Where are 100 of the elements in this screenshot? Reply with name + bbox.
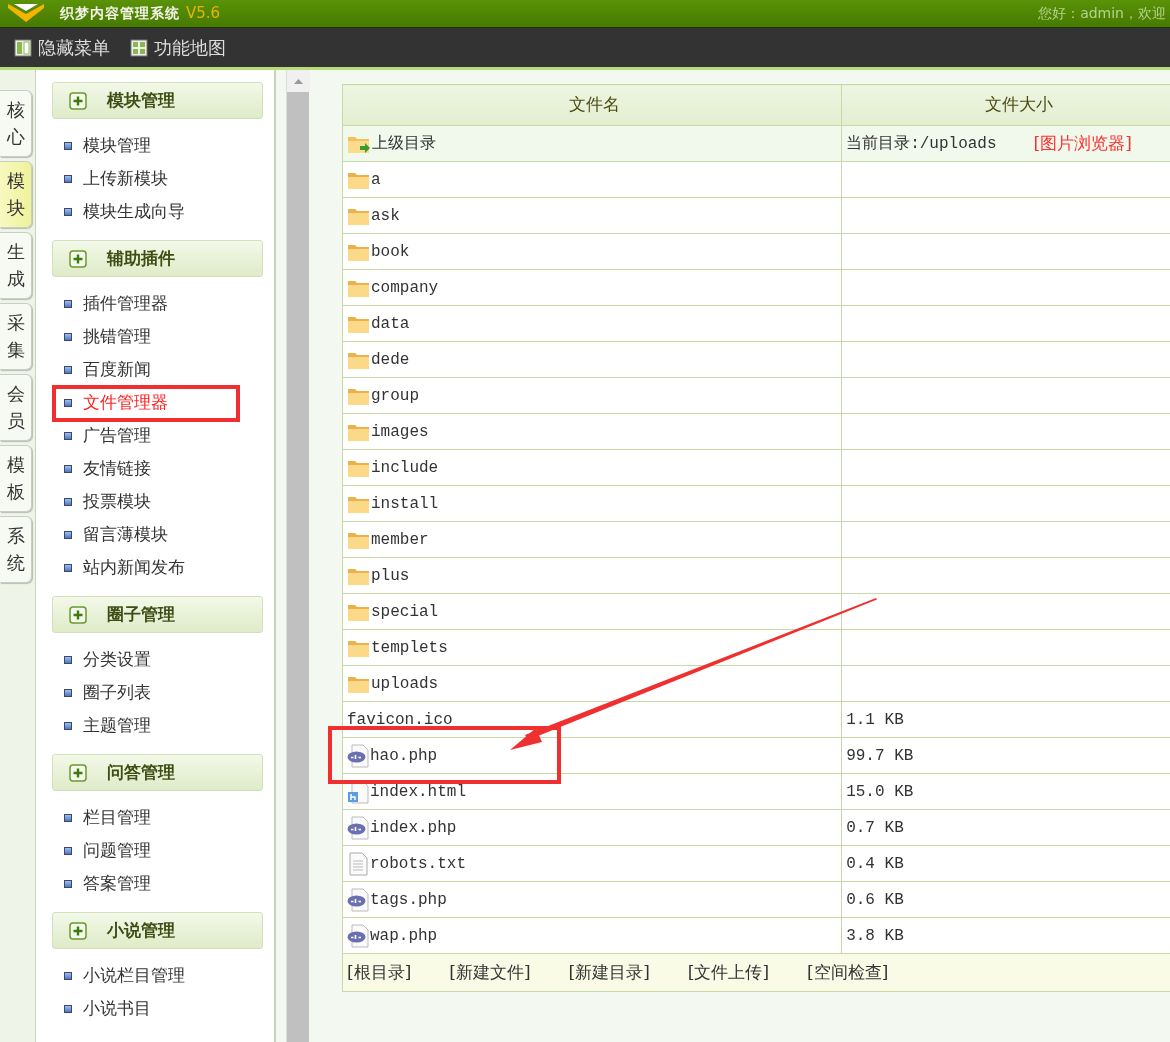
menu-item[interactable]: 友情链接: [83, 455, 151, 482]
bullet-icon: [64, 141, 72, 150]
bullet-icon: [64, 1004, 72, 1013]
menu-item[interactable]: 圈子列表: [83, 679, 151, 706]
action-link[interactable]: [文件上传]: [687, 959, 770, 986]
toolbar-button[interactable]: 隐藏菜单: [14, 34, 110, 61]
section-header[interactable]: 圈子管理: [52, 596, 263, 633]
folder-link[interactable]: include: [371, 455, 439, 480]
php-file-icon: [347, 743, 369, 768]
folder-link[interactable]: book: [371, 239, 410, 264]
folder-link[interactable]: dede: [371, 347, 410, 372]
section-title: 圈子管理: [107, 602, 175, 626]
section-header[interactable]: 模块管理: [52, 82, 263, 119]
folder-link[interactable]: ask: [371, 203, 400, 228]
grid-icon: [130, 38, 148, 57]
bullet-icon: [64, 174, 72, 183]
folder-link[interactable]: special: [371, 599, 439, 624]
system-title: 织梦内容管理系统: [60, 4, 180, 23]
bullet-icon: [64, 879, 72, 888]
bullet-icon: [64, 431, 72, 440]
version-label: V5.6: [186, 3, 221, 25]
file-size: 3.8 KB: [846, 927, 904, 945]
menu-item[interactable]: 栏目管理: [83, 804, 151, 831]
action-link[interactable]: [新建目录]: [568, 959, 650, 986]
section-title: 小说管理: [107, 918, 175, 942]
side-tab[interactable]: 系统: [0, 516, 32, 583]
column-header: 文件名: [568, 94, 620, 115]
menu-item[interactable]: 上传新模块: [83, 165, 168, 192]
menu-item[interactable]: 文件管理器: [83, 389, 168, 416]
folder-link[interactable]: data: [371, 311, 410, 336]
text-file-icon: [347, 851, 369, 876]
menu-item[interactable]: 模块管理: [83, 132, 151, 159]
bullet-icon: [64, 299, 72, 308]
folder-link[interactable]: member: [371, 527, 429, 552]
bullet-icon: [64, 563, 72, 572]
bullet-icon: [64, 688, 72, 697]
file-link[interactable]: index.html: [370, 779, 466, 804]
bullet-icon: [64, 655, 72, 664]
bullet-icon: [64, 721, 72, 730]
menu-item[interactable]: 广告管理: [83, 422, 151, 449]
parent-folder-link[interactable]: 上级目录: [372, 131, 436, 156]
section-title: 辅助插件: [107, 246, 175, 270]
section-header[interactable]: 小说管理: [52, 912, 263, 949]
toolbar-button[interactable]: 功能地图: [130, 34, 226, 61]
bullet-icon: [64, 530, 72, 539]
file-size: 15.0 KB: [846, 783, 914, 801]
side-tab[interactable]: 采集: [0, 303, 32, 370]
file-size: 0.4 KB: [846, 855, 904, 873]
php-file-icon: [347, 815, 369, 840]
file-link[interactable]: tags.php: [370, 887, 447, 912]
plus-icon: [69, 605, 87, 624]
section-title: 模块管理: [107, 88, 175, 112]
action-link[interactable]: [根目录]: [347, 959, 412, 986]
side-tab[interactable]: 模块: [0, 161, 32, 228]
menu-item[interactable]: 插件管理器: [83, 290, 168, 317]
menu-item[interactable]: 答案管理: [83, 870, 151, 897]
plus-icon: [69, 91, 87, 110]
panel-icon: [14, 38, 32, 57]
menu-item[interactable]: 站内新闻发布: [83, 554, 185, 581]
section-header[interactable]: 问答管理: [52, 754, 263, 791]
folder-link[interactable]: group: [371, 383, 419, 408]
bullet-icon: [64, 464, 72, 473]
file-link[interactable]: favicon.ico: [347, 707, 453, 732]
bullet-icon: [64, 207, 72, 216]
action-link[interactable]: [空间检查]: [807, 959, 889, 986]
section-header[interactable]: 辅助插件: [52, 240, 263, 277]
file-size: 0.7 KB: [846, 819, 904, 837]
folder-link[interactable]: uploads: [371, 671, 439, 696]
menu-item[interactable]: 挑错管理: [83, 323, 151, 350]
menu-item[interactable]: 问题管理: [83, 837, 151, 864]
file-link[interactable]: robots.txt: [370, 851, 466, 876]
folder-link[interactable]: company: [371, 275, 439, 300]
menu-item[interactable]: 小说书目: [83, 995, 151, 1022]
menu-item[interactable]: 投票模块: [83, 488, 151, 515]
folder-link[interactable]: templets: [371, 635, 448, 660]
menu-item[interactable]: 小说栏目管理: [83, 962, 185, 989]
side-tab[interactable]: 会员: [0, 374, 32, 441]
folder-link[interactable]: plus: [371, 563, 410, 588]
plus-icon: [69, 921, 87, 940]
bullet-icon: [64, 813, 72, 822]
file-size: 99.7 KB: [846, 747, 914, 765]
folder-link[interactable]: a: [371, 167, 381, 192]
folder-link[interactable]: install: [371, 491, 439, 516]
side-tab[interactable]: 模板: [0, 445, 32, 512]
plus-icon: [69, 249, 87, 268]
menu-item[interactable]: 留言薄模块: [83, 521, 168, 548]
side-tab[interactable]: 核心: [0, 90, 32, 157]
menu-item[interactable]: 百度新闻: [83, 356, 151, 383]
file-link[interactable]: wap.php: [370, 923, 438, 948]
action-link[interactable]: [新建文件]: [449, 959, 531, 986]
folder-link[interactable]: images: [371, 419, 429, 444]
side-tab[interactable]: 生成: [0, 232, 32, 299]
bullet-icon: [64, 846, 72, 855]
file-link[interactable]: hao.php: [370, 743, 438, 768]
menu-item[interactable]: 模块生成向导: [83, 198, 185, 225]
bullet-icon: [64, 365, 72, 374]
menu-item[interactable]: 主题管理: [83, 712, 151, 739]
file-link[interactable]: index.php: [370, 815, 457, 840]
menu-item[interactable]: 分类设置: [83, 646, 151, 673]
php-file-icon: [347, 887, 369, 912]
